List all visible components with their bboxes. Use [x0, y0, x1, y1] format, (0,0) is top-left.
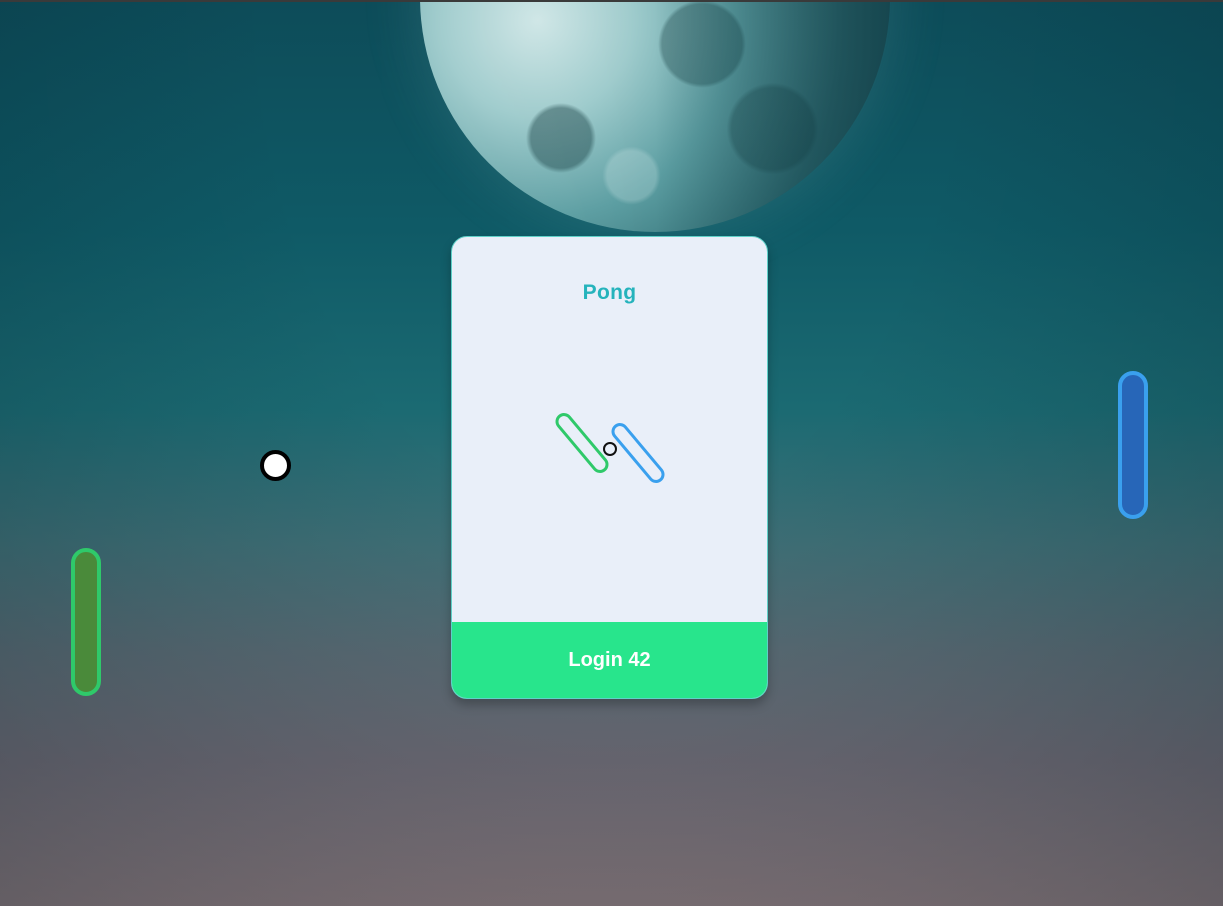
card-title: Pong — [582, 281, 637, 304]
login-42-button[interactable]: Login 42 — [452, 622, 767, 698]
login-card: Pong Login 42 — [451, 236, 768, 699]
moon-image — [420, 2, 890, 232]
left-paddle — [71, 548, 101, 696]
pong-logo-icon — [555, 413, 665, 483]
right-paddle — [1118, 371, 1148, 519]
ball — [260, 450, 291, 481]
pong-login-background: Pong Login 42 — [0, 0, 1223, 906]
